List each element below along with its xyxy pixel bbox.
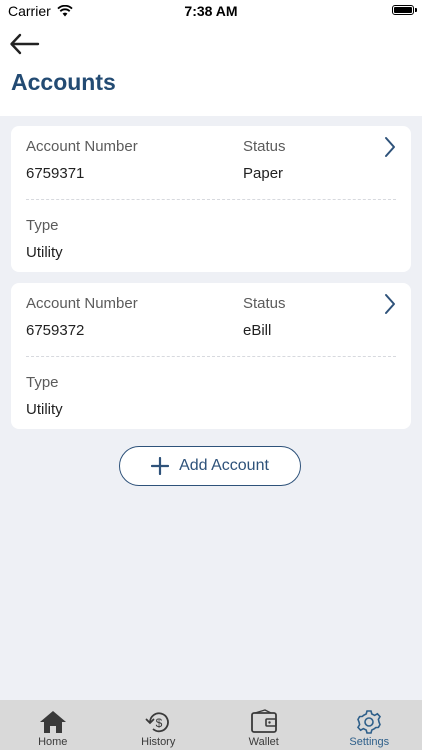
tab-bar: Home $ History Wallet Settings [0,700,422,750]
type-label: Type [26,217,59,234]
status-label: Status [243,295,286,312]
account-number-label: Account Number [26,295,138,312]
tab-home[interactable]: Home [0,700,106,750]
add-account-button[interactable]: Add Account [119,446,301,486]
type-value: Utility [26,244,63,261]
tab-wallet[interactable]: Wallet [211,700,317,750]
tab-wallet-label: Wallet [248,736,279,748]
tab-history[interactable]: $ History [106,700,212,750]
chevron-right-icon[interactable] [383,293,397,315]
tab-home-label: Home [38,736,68,748]
wallet-icon [250,709,277,733]
tab-history-label: History [141,736,176,748]
card-divider [26,199,396,200]
status-left: Carrier [0,3,73,19]
tab-settings-label: Settings [349,736,390,748]
home-icon [39,711,66,733]
history-dollar-icon: $ [145,712,170,733]
status-value: eBill [243,322,272,339]
status-bar: Carrier 7:38 AM [0,0,422,22]
account-number-value: 6759371 [26,165,85,182]
page-title: Accounts [11,69,116,95]
back-arrow-icon[interactable] [8,30,42,58]
account-card[interactable]: Account Number 6759371 Status Paper Type… [11,126,411,272]
status-value: Paper [243,165,284,182]
chevron-right-icon[interactable] [383,136,397,158]
plus-icon [151,457,170,475]
account-number-label: Account Number [26,138,138,155]
wifi-icon [57,5,73,17]
battery-icon [392,5,417,15]
card-divider [26,356,396,357]
type-value: Utility [26,401,63,418]
status-label: Status [243,138,286,155]
carrier-label: Carrier [8,3,51,19]
account-card[interactable]: Account Number 6759372 Status eBill Type… [11,283,411,429]
add-account-label: Add Account [179,457,269,474]
account-number-value: 6759372 [26,322,85,339]
type-label: Type [26,374,59,391]
svg-text:$: $ [156,716,163,730]
header: Accounts [0,22,422,116]
gear-icon [357,710,382,734]
tab-settings[interactable]: Settings [317,700,422,750]
